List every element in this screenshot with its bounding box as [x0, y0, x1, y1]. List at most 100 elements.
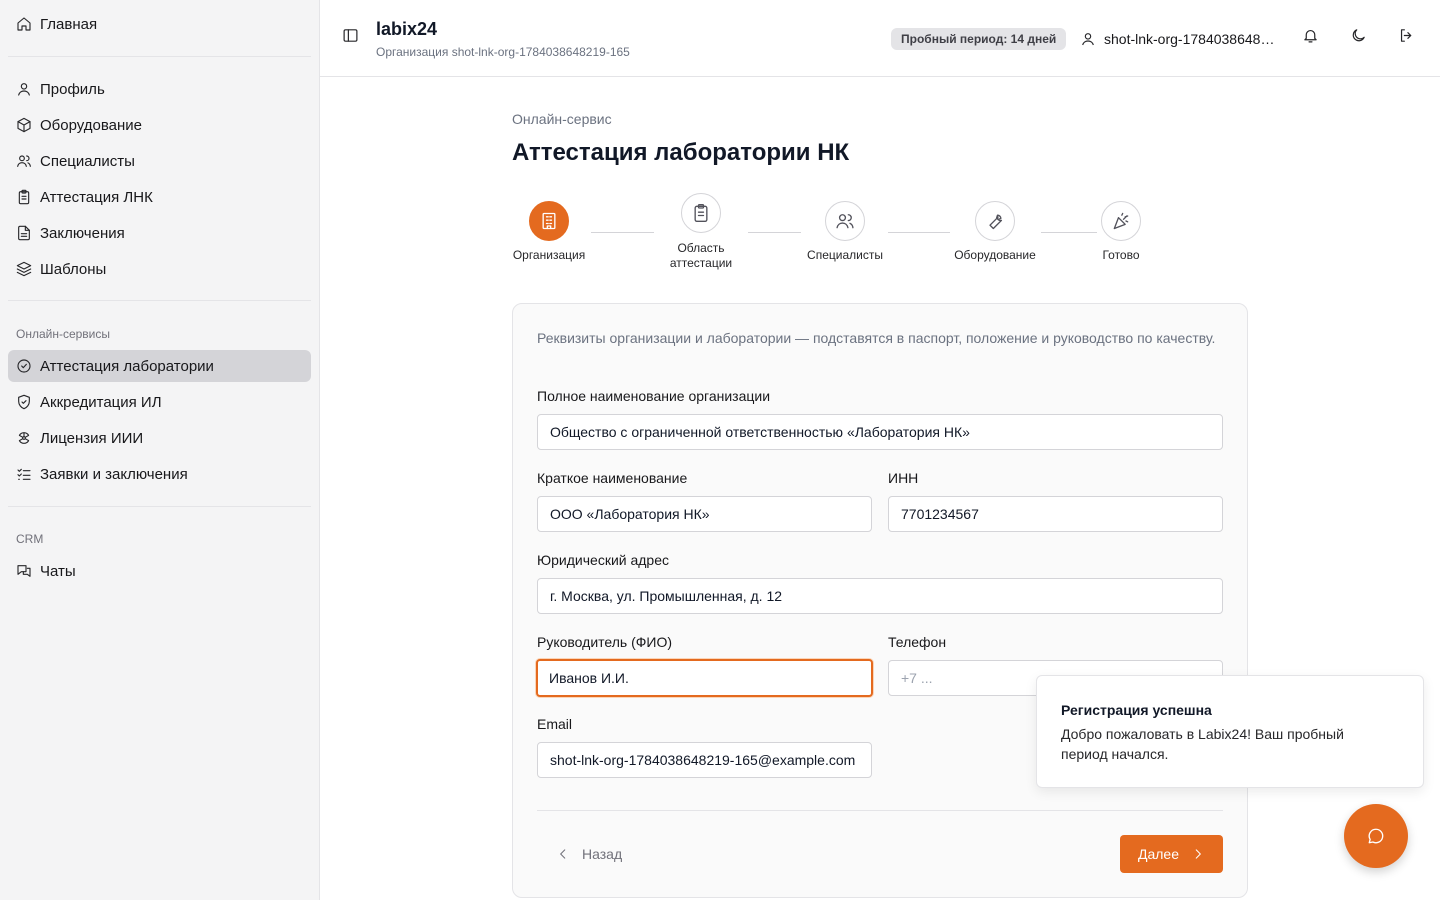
- step-label-line: аттестации: [669, 256, 733, 270]
- next-button-label: Далее: [1137, 846, 1179, 862]
- clipboard-list-icon: [694, 204, 708, 222]
- short-name-input[interactable]: ООО «Лаборатория НК»: [537, 496, 872, 532]
- chat-fab-button[interactable]: [1344, 804, 1408, 868]
- sidebar-item-home[interactable]: Главная: [8, 8, 311, 40]
- sidebar: Главная Профиль Оборудование Специалисты…: [0, 0, 320, 900]
- sidebar-item-label: Заявки и заключения: [40, 465, 188, 483]
- full-name-input[interactable]: Общество с ограниченной ответственностью…: [537, 414, 1223, 450]
- sidebar-item-label: Заключения: [40, 224, 125, 242]
- users-icon: [16, 153, 32, 169]
- step-attestation-area[interactable]: [681, 193, 721, 233]
- step-label: Организация: [512, 248, 586, 262]
- sidebar-group-label: Онлайн-сервисы: [16, 327, 111, 341]
- head-input[interactable]: Иванов И.И.: [536, 659, 873, 697]
- box-icon: [16, 117, 32, 133]
- full-name-label: Полное наименование организации: [537, 388, 771, 404]
- building-icon: [542, 212, 556, 230]
- sidebar-item-profile[interactable]: Профиль: [8, 73, 311, 105]
- inn-input[interactable]: 7701234567: [888, 496, 1223, 532]
- organization-subtitle: Организация shot-lnk-org-1784038648219-1…: [376, 45, 630, 59]
- email-input[interactable]: shot-lnk-org-1784038648219-165@example.c…: [537, 742, 872, 778]
- sidebar-item-label: Аккредитация ИЛ: [40, 393, 162, 411]
- success-toast[interactable]: Регистрация успешна Добро пожаловать в L…: [1036, 675, 1424, 788]
- page-title: Аттестация лаборатории НК: [512, 139, 850, 166]
- sidebar-divider: [8, 300, 311, 301]
- step-connector: [591, 232, 654, 233]
- step-label: Специалисты: [807, 248, 883, 262]
- sidebar-divider: [8, 506, 311, 507]
- sidebar-item-label: Главная: [40, 15, 98, 33]
- messages-icon: [16, 563, 32, 579]
- app-title: labix24: [376, 19, 438, 39]
- step-connector: [888, 232, 950, 233]
- sidebar-item-label: Лицензия ИИИ: [40, 429, 144, 447]
- user-icon: [16, 81, 32, 97]
- step-specialists[interactable]: [825, 201, 865, 241]
- sidebar-item-license[interactable]: Лицензия ИИИ: [8, 422, 311, 454]
- sidebar-item-label: Чаты: [40, 562, 76, 580]
- list-checks-icon: [16, 466, 32, 482]
- sidebar-item-accreditation[interactable]: Аккредитация ИЛ: [8, 386, 311, 418]
- sidebar-toggle-button[interactable]: [340, 28, 360, 48]
- shield-check-icon: [16, 394, 32, 410]
- toast-message: Добро пожаловать в Labix24! Ваш пробный …: [1061, 726, 1344, 762]
- step-organization[interactable]: [529, 201, 569, 241]
- wrench-icon: [989, 214, 1003, 230]
- step-done[interactable]: [1101, 201, 1141, 241]
- users-icon: [836, 214, 854, 229]
- chat-bubble-icon: [1368, 828, 1384, 844]
- sidebar-divider: [8, 56, 311, 57]
- logout-button[interactable]: [1396, 28, 1416, 48]
- sidebar-item-lnk-attestation[interactable]: Аттестация ЛНК: [8, 181, 311, 213]
- trial-badge: Пробный период: 14 дней: [891, 28, 1067, 50]
- bell-icon: [1302, 27, 1319, 49]
- step-label-line: Область: [677, 241, 725, 255]
- user-icon: [1082, 33, 1094, 46]
- form-description: Реквизиты организации и лаборатории — по…: [537, 330, 1216, 346]
- email-label: Email: [537, 716, 573, 732]
- sidebar-item-label: Аттестация лаборатории: [40, 357, 214, 375]
- party-popper-icon: [1113, 212, 1129, 230]
- sidebar-item-label: Оборудование: [40, 116, 143, 134]
- page-eyebrow: Онлайн-сервис: [512, 111, 612, 127]
- back-button[interactable]: Назад: [548, 836, 630, 872]
- form-divider: [537, 810, 1223, 811]
- home-icon: [16, 16, 32, 32]
- next-button[interactable]: Далее: [1120, 835, 1223, 873]
- sidebar-item-templates[interactable]: Шаблоны: [8, 253, 311, 285]
- sidebar-item-label: Аттестация ЛНК: [40, 188, 153, 206]
- radiation-icon: [16, 430, 32, 446]
- file-text-icon: [16, 225, 32, 241]
- sidebar-item-lab-attestation[interactable]: Аттестация лаборатории: [8, 350, 311, 382]
- sidebar-item-specialists[interactable]: Специалисты: [8, 145, 311, 177]
- phone-label: Телефон: [888, 634, 947, 650]
- step-connector: [1041, 232, 1097, 233]
- inn-label: ИНН: [888, 470, 919, 486]
- sidebar-item-label: Специалисты: [40, 152, 135, 170]
- top-header: labix24 Организация shot-lnk-org-1784038…: [320, 0, 1440, 77]
- chevron-right-icon: [1195, 849, 1201, 859]
- user-menu[interactable]: shot-lnk-org-1784038648219-165: [1080, 28, 1278, 50]
- head-label: Руководитель (ФИО): [537, 634, 673, 650]
- theme-toggle-button[interactable]: [1348, 28, 1368, 48]
- address-label: Юридический адрес: [537, 552, 670, 568]
- sidebar-item-label: Профиль: [40, 80, 105, 98]
- step-label: Область аттестации: [656, 241, 746, 271]
- sidebar-item-conclusions[interactable]: Заключения: [8, 217, 311, 249]
- sidebar-item-label: Шаблоны: [40, 260, 107, 278]
- short-name-label: Краткое наименование: [537, 470, 688, 486]
- notifications-button[interactable]: [1300, 28, 1320, 48]
- sidebar-group-label: CRM: [16, 532, 44, 546]
- step-equipment[interactable]: [975, 201, 1015, 241]
- layers-icon: [16, 261, 32, 277]
- user-name: shot-lnk-org-1784038648219-165: [1104, 31, 1278, 47]
- back-button-label: Назад: [582, 846, 623, 862]
- sidebar-item-chats[interactable]: Чаты: [8, 555, 311, 587]
- panel-left-icon: [342, 27, 359, 49]
- sidebar-item-equipment[interactable]: Оборудование: [8, 109, 311, 141]
- logout-icon: [1398, 27, 1415, 49]
- address-input[interactable]: г. Москва, ул. Промышленная, д. 12: [537, 578, 1223, 614]
- clipboard-icon: [16, 189, 32, 205]
- sidebar-item-requests[interactable]: Заявки и заключения: [8, 458, 311, 490]
- chevron-left-icon: [560, 849, 566, 859]
